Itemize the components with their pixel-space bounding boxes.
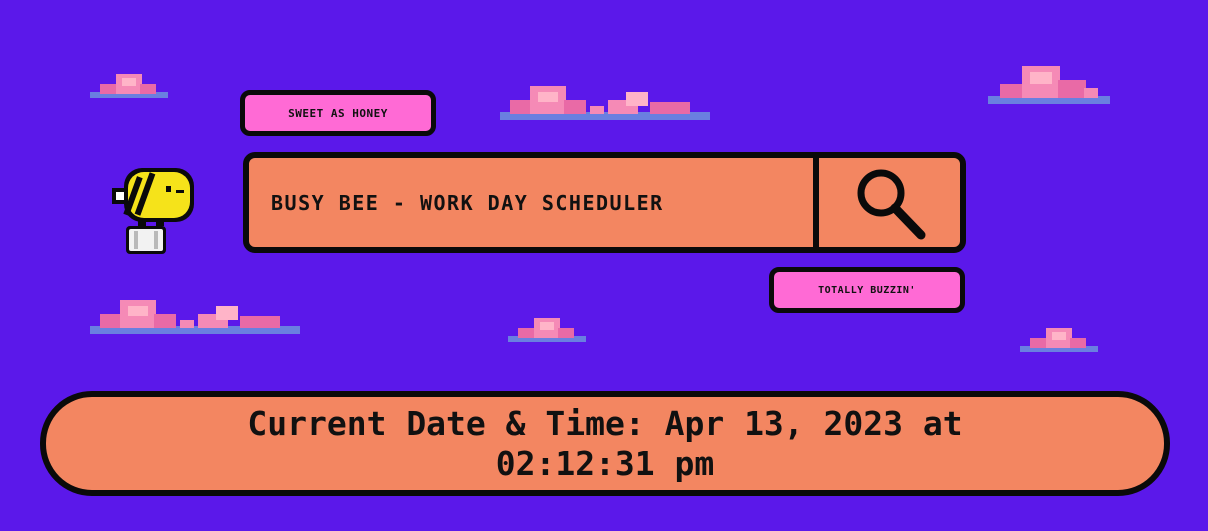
cloud-decoration	[1020, 328, 1098, 352]
cloud-decoration	[988, 66, 1110, 104]
datetime-line-2: 02:12:31 pm	[495, 443, 715, 483]
cloud-decoration	[500, 86, 710, 120]
cloud-decoration	[90, 300, 300, 334]
search-button[interactable]	[819, 158, 960, 247]
magnifier-icon	[857, 169, 925, 239]
bee-mascot-icon	[112, 168, 194, 254]
scheduler-title-bar: BUSY BEE - WORK DAY SCHEDULER	[243, 152, 966, 253]
cloud-decoration	[508, 318, 586, 342]
totally-buzzin-tag: TOTALLY BUZZIN'	[769, 267, 965, 313]
datetime-line-1: Current Date & Time: Apr 13, 2023 at	[247, 403, 963, 443]
scheduler-title: BUSY BEE - WORK DAY SCHEDULER	[249, 158, 819, 247]
cloud-decoration	[90, 74, 168, 98]
sweet-as-honey-tag: SWEET AS HONEY	[240, 90, 436, 136]
current-datetime-panel: Current Date & Time: Apr 13, 2023 at 02:…	[40, 391, 1170, 496]
